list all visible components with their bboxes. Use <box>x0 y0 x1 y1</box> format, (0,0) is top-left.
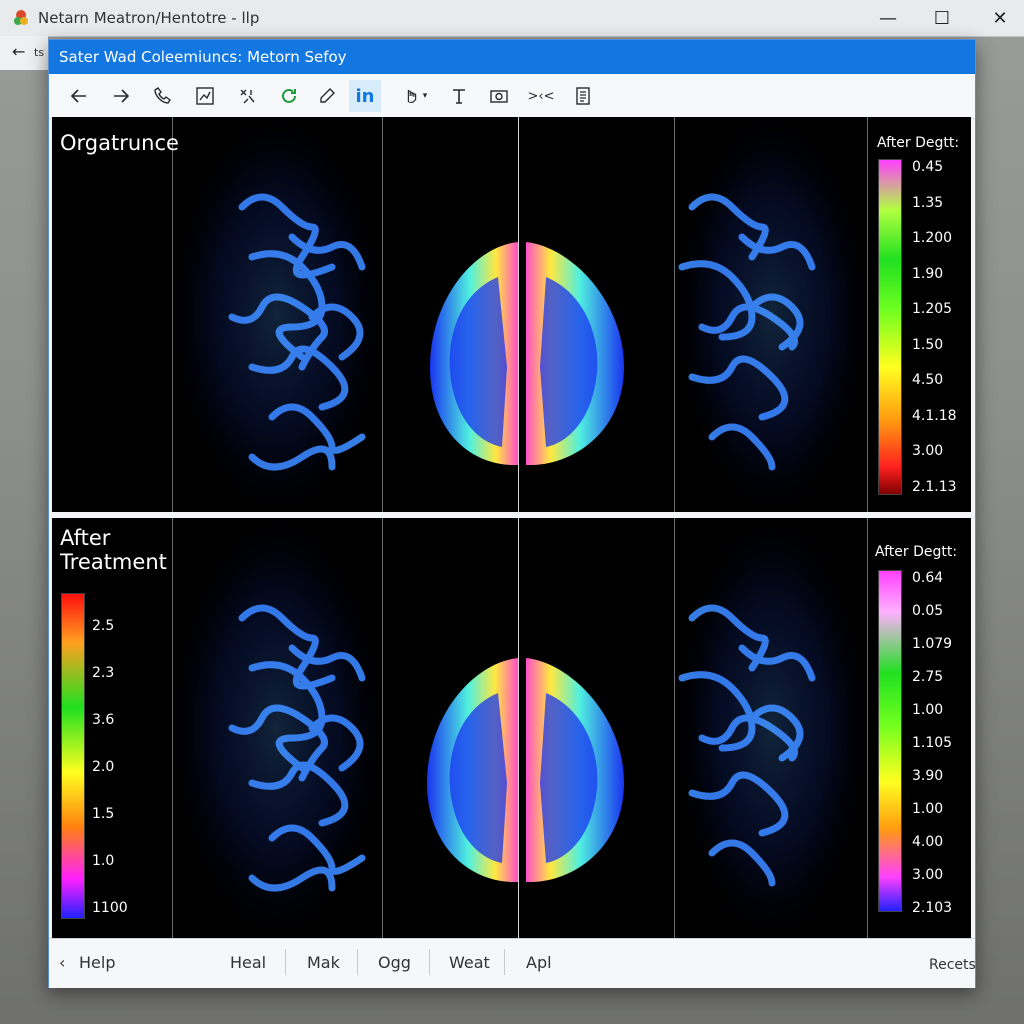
colorbar-tick-label: 1.205 <box>912 301 953 318</box>
colorbar-tick-label: 4.50 <box>912 372 944 389</box>
colorbar-tick-label: 1.35 <box>912 194 944 211</box>
colorbar-tick-label: 2.5 <box>92 618 115 634</box>
background-side-label: ts <box>34 46 45 59</box>
chevron-down-icon: ▾ <box>422 91 428 101</box>
colorbar-top <box>878 159 902 495</box>
pen-icon[interactable] <box>311 80 343 112</box>
status-item-heal[interactable]: Heal <box>230 953 266 972</box>
colorbar-tick-label: 1.079 <box>912 636 953 652</box>
back-icon[interactable] <box>63 80 95 112</box>
colorbar-tick-label: 4.1.18 <box>912 407 957 424</box>
panel-label-top: Orgatrunce <box>60 131 179 155</box>
hemisphere-divider <box>518 117 519 512</box>
screenshot-icon[interactable] <box>483 80 515 112</box>
colorbar-tick-label: 4.00 <box>912 834 944 850</box>
panel-divider <box>867 117 868 512</box>
background-window-title: Netarn Meatron/Hentotre - llp <box>38 9 260 27</box>
maximize-button[interactable]: ☐ <box>928 6 956 30</box>
chevron-left-icon[interactable]: ‹ <box>59 953 65 972</box>
hand-dropdown-icon[interactable]: ▾ <box>395 80 435 112</box>
panel-divider <box>172 117 173 512</box>
tools-icon[interactable] <box>231 80 263 112</box>
colorbar-tick-label: 2.0 <box>92 759 115 775</box>
minimize-button[interactable]: — <box>874 6 902 30</box>
text-tool-icon[interactable] <box>443 80 475 112</box>
status-bar: ‹ Help Heal Mak Ogg Weat Apl Recets <box>49 938 976 988</box>
panel-divider <box>382 518 383 938</box>
colorbar-tick-label: 3.90 <box>912 768 944 784</box>
colorbar-tick-label: 2.1.13 <box>912 479 957 495</box>
expand-icon[interactable]: >‹< <box>525 80 557 112</box>
colorbar-tick-label: 0.64 <box>912 570 944 586</box>
status-separator <box>429 949 430 975</box>
colorbar-tick-label: 2.75 <box>912 669 944 685</box>
vessel-imagery-top <box>172 117 867 512</box>
forward-icon[interactable] <box>105 80 137 112</box>
colorbar-title-bottom: After Degtt: <box>875 544 958 560</box>
status-item-apl[interactable]: Apl <box>526 953 552 972</box>
panel-divider <box>867 518 868 938</box>
colorbar-tick-label: 1.200 <box>912 230 953 247</box>
status-item-weat[interactable]: Weat <box>449 953 490 972</box>
colorbar-tick-label: 3.00 <box>912 867 944 883</box>
panel-divider <box>382 117 383 512</box>
app-logo-icon <box>14 10 28 25</box>
colorbar-tick-label: 1.00 <box>912 801 944 817</box>
colorbar-tick-label: 1.90 <box>912 265 944 282</box>
chart-icon[interactable] <box>189 80 221 112</box>
scan-panel-top[interactable]: Orgatrunce After Degtt: 0.45 1.35 1.200 1.9… <box>52 117 971 512</box>
colorbar-tick-label: 0.45 <box>912 159 944 175</box>
colorbar-tick-label: 3.6 <box>92 712 115 728</box>
colorbar-bottom-left <box>61 593 85 919</box>
background-back-icon[interactable]: ← <box>12 42 25 61</box>
colorbar-tick-label: 1.105 <box>912 735 953 751</box>
colorbar-tick-label: 1.0 <box>92 853 115 869</box>
background-window-titlebar: Netarn Meatron/Hentotre - llp — ☐ ✕ <box>0 0 1024 37</box>
status-separator <box>285 949 286 975</box>
toolbar: in ▾ >‹< <box>49 74 975 119</box>
colorbar-tick-label: 1100 <box>92 900 128 916</box>
colorbar-tick-label: 0.05 <box>912 603 944 619</box>
colorbar-tick-label: 2.3 <box>92 665 115 681</box>
status-item-mak[interactable]: Mak <box>307 953 340 972</box>
scan-panel-bottom[interactable]: After Treatment 2.5 2.3 3.6 2.0 1.5 1.0 1100 A… <box>52 518 971 938</box>
vessel-imagery-bottom <box>172 518 867 938</box>
colorbar-tick-label: 1.50 <box>912 336 944 353</box>
colorbar-bottom <box>878 570 902 912</box>
colorbar-tick-label: 2.103 <box>912 900 953 916</box>
photo-scene: Netarn Meatron/Hentotre - llp — ☐ ✕ ← ts… <box>0 0 1024 1024</box>
refresh-icon[interactable] <box>273 80 305 112</box>
app-titlebar[interactable]: Sater Wad Coleemiuncs: Metorn Sefoy <box>49 40 975 74</box>
app-window: Sater Wad Coleemiuncs: Metorn Sefoy in ▾… <box>48 39 976 988</box>
panel-divider <box>172 518 173 938</box>
linkedin-icon[interactable]: in <box>349 80 381 112</box>
colorbar-tick-label: 1.00 <box>912 702 944 718</box>
panel-divider <box>674 518 675 938</box>
hemisphere-divider <box>518 518 519 938</box>
status-separator <box>357 949 358 975</box>
status-separator <box>504 949 505 975</box>
panel-label-bottom-line2: Treatment <box>60 550 167 574</box>
colorbar-tick-label: 3.00 <box>912 443 944 460</box>
status-item-recets[interactable]: Recets <box>929 957 976 973</box>
colorbar-tick-label: 1.5 <box>92 806 115 822</box>
status-item-help[interactable]: Help <box>79 953 115 972</box>
colorbar-title-top: After Degtt: <box>877 135 960 151</box>
panel-divider <box>674 117 675 512</box>
panel-label-bottom-line1: After <box>60 526 111 550</box>
document-icon[interactable] <box>567 80 599 112</box>
phone-icon[interactable] <box>147 80 179 112</box>
app-title: Sater Wad Coleemiuncs: Metorn Sefoy <box>59 48 347 66</box>
status-item-ogg[interactable]: Ogg <box>378 953 411 972</box>
close-button[interactable]: ✕ <box>986 6 1014 30</box>
